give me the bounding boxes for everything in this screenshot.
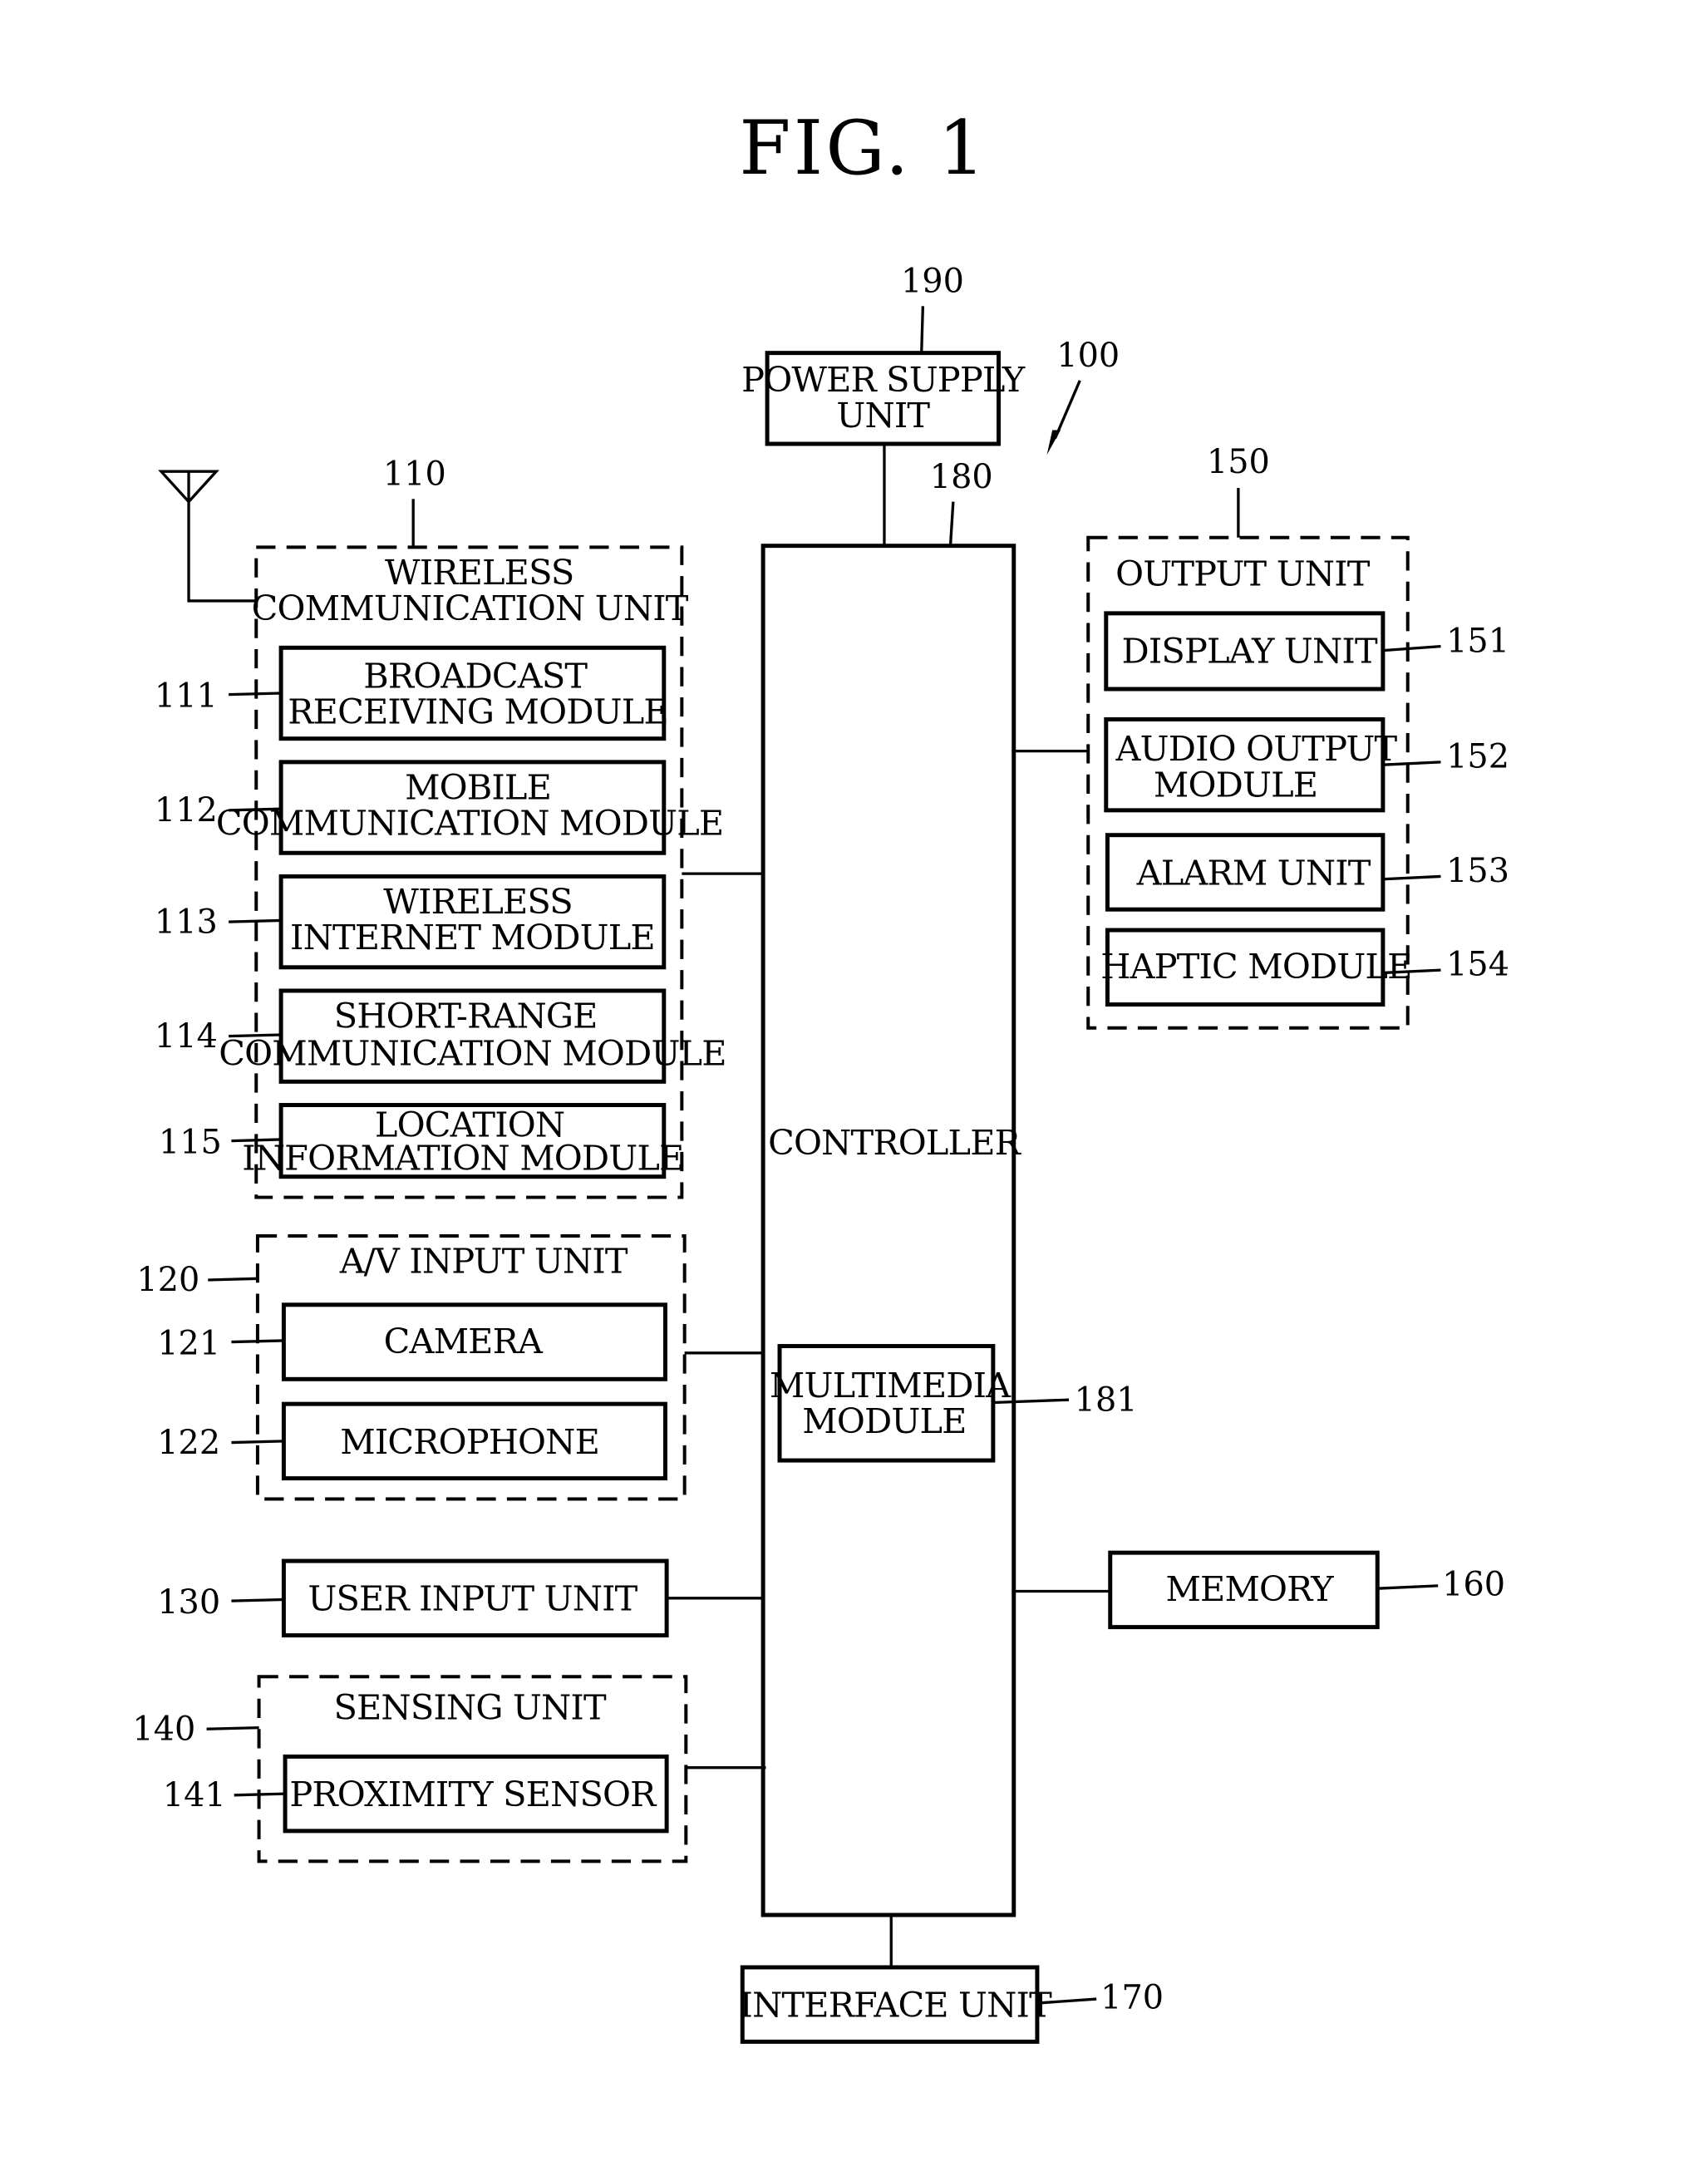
output-module-152: AUDIO OUTPUT MODULE 152 [1104,716,1509,813]
ref-120: 120 [136,1261,199,1299]
svg-text:MICROPHONE: MICROPHONE [340,1422,599,1462]
wireless-label-2: COMMUNICATION UNIT [252,588,689,628]
svg-text:INTERNET MODULE: INTERNET MODULE [290,918,655,957]
svg-text:MOBILE: MOBILE [405,768,551,808]
svg-text:111: 111 [155,677,218,716]
svg-text:HAPTIC MODULE: HAPTIC MODULE [1100,947,1411,987]
svg-text:INTERFACE UNIT: INTERFACE UNIT [740,1986,1053,2026]
av-module-microphone: MICROPHONE 122 [157,1401,667,1481]
wireless-module-113: WIRELESS INTERNET MODULE 113 [155,874,667,970]
output-module-151: DISPLAY UNIT 151 [1104,611,1509,692]
output-label: OUTPUT UNIT [1115,554,1371,594]
user-input-unit: USER INPUT UNIT 130 [157,1558,669,1638]
svg-text:MODULE: MODULE [1154,765,1317,805]
wireless-module-114: SHORT-RANGE COMMUNICATION MODULE 114 [155,988,726,1084]
svg-text:WIRELESS: WIRELESS [383,882,573,922]
ref-140-leader [206,1725,259,1730]
ref-100-leader [1053,380,1081,440]
svg-text:130: 130 [157,1583,220,1622]
ref-110: 110 [383,455,446,494]
svg-text:USER INPUT UNIT: USER INPUT UNIT [308,1579,637,1619]
ref-180-leader [948,501,955,546]
ref-150: 150 [1207,443,1270,481]
wireless-communication-unit-box [254,545,684,1199]
svg-text:INFORMATION MODULE: INFORMATION MODULE [242,1138,683,1178]
sensing-module-proximity: PROXIMITY SENSOR 141 [163,1754,669,1834]
svg-text:COMMUNICATION MODULE: COMMUNICATION MODULE [219,1033,726,1073]
svg-text:CAMERA: CAMERA [384,1322,544,1361]
svg-text:BROADCAST: BROADCAST [363,656,588,696]
controller-box [760,544,1016,1917]
power-supply-label-1: POWER SUPPLY [741,360,1026,400]
controller-label: CONTROLLER [768,1123,1021,1163]
interface-unit: INTERFACE UNIT 170 [740,1965,1164,2044]
ref-190-leader [920,306,925,353]
svg-text:ALARM UNIT: ALARM UNIT [1136,853,1371,893]
av-input-label: A/V INPUT UNIT [339,1242,628,1282]
svg-text:112: 112 [155,791,218,829]
memory-unit: MEMORY 160 [1108,1550,1505,1630]
svg-text:152: 152 [1446,737,1509,775]
svg-text:DISPLAY UNIT: DISPLAY UNIT [1121,632,1377,672]
svg-text:MEMORY: MEMORY [1165,1569,1334,1609]
multimedia-label-2: MODULE [802,1401,966,1441]
svg-text:170: 170 [1100,1979,1164,2017]
svg-text:154: 154 [1446,946,1509,984]
wireless-module-111: BROADCAST RECEIVING MODULE 111 [155,645,669,741]
svg-text:RECEIVING MODULE: RECEIVING MODULE [288,692,667,731]
ref-120-leader [208,1277,258,1282]
ref-181: 181 [1075,1381,1138,1419]
svg-text:141: 141 [163,1776,226,1814]
output-module-153: ALARM UNIT 153 [1105,833,1509,912]
antenna-icon [158,470,257,603]
svg-text:114: 114 [155,1017,218,1056]
sensing-label: SENSING UNIT [333,1688,606,1728]
ref-190: 190 [901,263,964,301]
block-diagram: FIG. 1 100 190 POWER SUPPLY UNIT 180 CON… [132,106,1509,2044]
svg-text:115: 115 [159,1124,222,1162]
av-module-camera: CAMERA 121 [157,1302,667,1381]
power-supply-label-2: UNIT [836,396,930,436]
wireless-module-115: LOCATION INFORMATION MODULE 115 [159,1103,684,1179]
svg-text:153: 153 [1446,852,1509,890]
ref-180: 180 [930,458,993,496]
figure-title: FIG. 1 [739,106,987,192]
wireless-label-1: WIRELESS [385,553,574,593]
ref-100: 100 [1056,337,1120,375]
ref-140: 140 [132,1711,195,1749]
svg-text:151: 151 [1446,622,1509,660]
multimedia-label-1: MULTIMEDIA [770,1366,1012,1405]
svg-text:AUDIO OUTPUT: AUDIO OUTPUT [1115,729,1398,769]
svg-text:121: 121 [157,1324,220,1362]
svg-text:COMMUNICATION MODULE: COMMUNICATION MODULE [216,804,723,844]
svg-text:160: 160 [1442,1566,1505,1604]
svg-text:122: 122 [157,1424,220,1462]
svg-text:PROXIMITY SENSOR: PROXIMITY SENSOR [289,1775,657,1814]
wireless-module-112: MOBILE COMMUNICATION MODULE 112 [155,760,724,855]
output-module-154: HAPTIC MODULE 154 [1100,928,1509,1007]
svg-text:113: 113 [155,903,218,941]
svg-text:SHORT-RANGE: SHORT-RANGE [334,997,598,1036]
